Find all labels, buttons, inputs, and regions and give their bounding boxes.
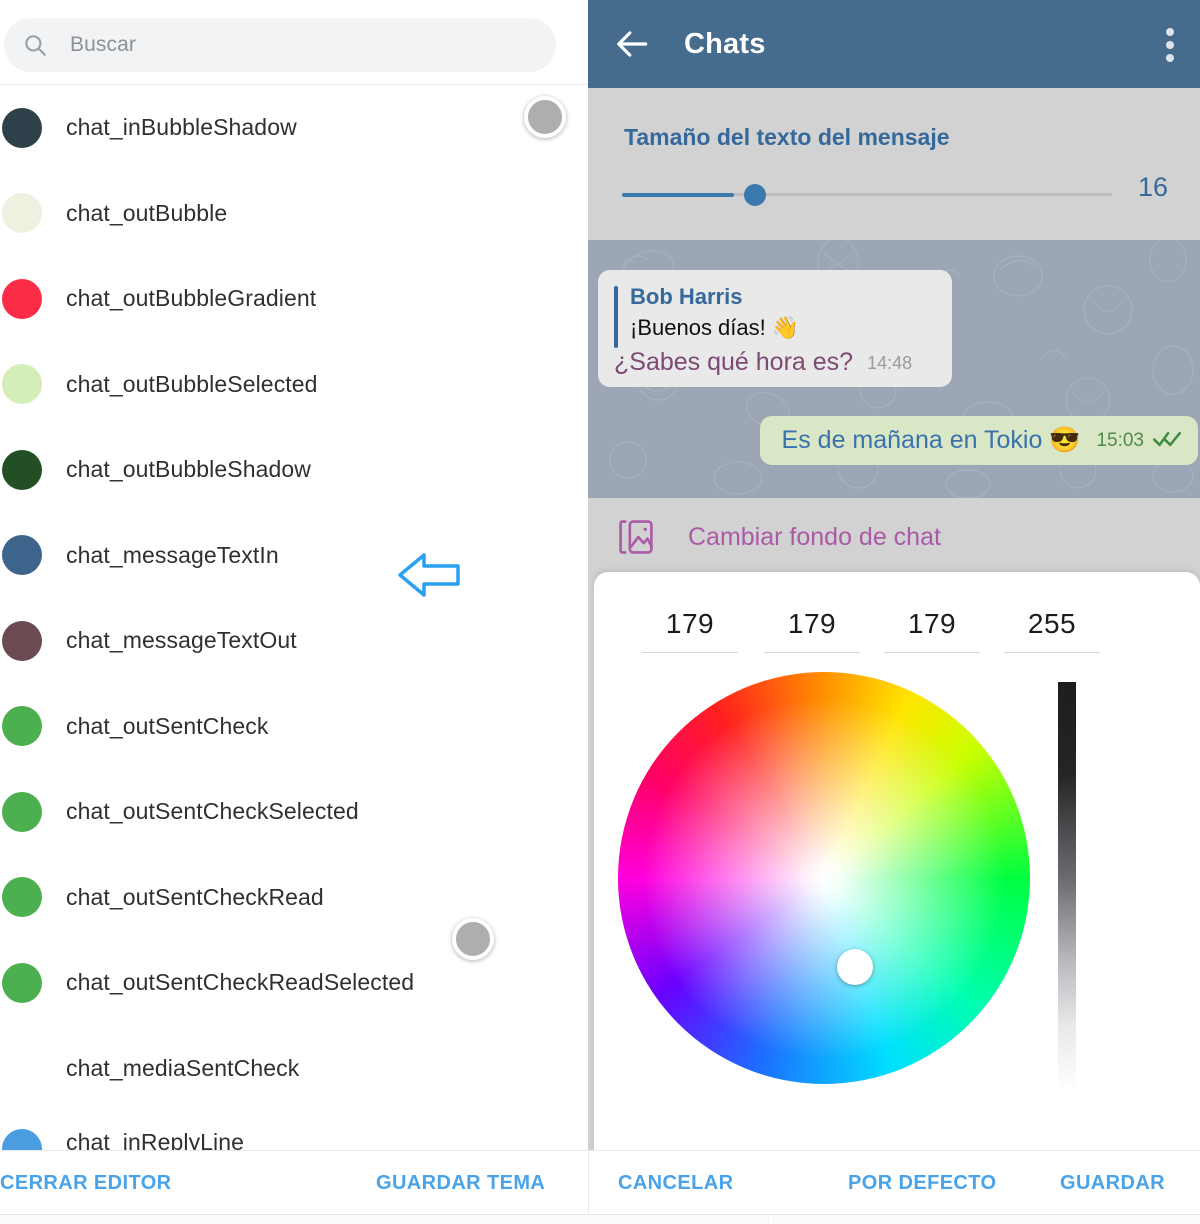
color-list-item[interactable]: chat_inBubbleShadow [0,85,588,171]
change-chat-wallpaper-row[interactable]: Cambiar fondo de chat [588,498,1200,576]
text-size-slider[interactable] [622,184,1112,206]
color-wheel[interactable] [618,672,1030,1084]
incoming-message-bubble: Bob Harris ¡Buenos días! 👋 ¿Sabes qué ho… [598,270,952,387]
input-underline [1004,652,1100,653]
rgba-red-input[interactable]: 179 [642,608,738,653]
color-key-label: chat_outBubble [66,200,227,227]
rgba-green-value: 179 [764,608,860,640]
outgoing-message-time: 15:03 [1096,430,1144,452]
color-picker-dialog: 179 179 179 255 [594,572,1200,1150]
double-check-icon [1152,430,1182,452]
action-guardar-tema-button[interactable]: GUARDAR TEMA [376,1151,545,1215]
bar-divider [588,1151,589,1215]
color-list-item[interactable]: chat_outBubbleGradient [0,256,588,342]
app-root: Buscar chat_inBubbleShadow chat_outBubble… [0,0,1200,1224]
color-key-label: chat_messageTextIn [66,542,279,569]
rgba-blue-value: 179 [884,608,980,640]
color-list-item[interactable]: chat_outBubble [0,171,588,257]
text-size-setting: Tamaño del texto del mensaje 16 [588,88,1200,240]
color-key-label: chat_outSentCheckRead [66,884,324,911]
action-cancelar-button[interactable]: CANCELAR [618,1151,733,1215]
rgba-blue-input[interactable]: 179 [884,608,980,653]
search-icon [22,32,48,58]
color-key-label: chat_inBubbleShadow [66,114,297,141]
search-placeholder: Buscar [70,33,136,57]
outgoing-message-bubble: Es de mañana en Tokio 😎 15:03 [760,416,1198,465]
input-underline [642,652,738,653]
color-swatch [2,621,42,661]
color-key-label: chat_outBubbleShadow [66,456,311,483]
color-list-item[interactable]: chat_outSentCheck [0,684,588,770]
color-key-label: chat_outBubbleSelected [66,371,318,398]
slider-fill [622,193,734,197]
color-list-item[interactable]: chat_mediaSentCheck [0,1026,588,1112]
input-underline [884,652,980,653]
color-swatch [2,535,42,575]
color-swatch [2,108,42,148]
arrow-annotation-icon [396,551,462,599]
color-list-item[interactable]: chat_outBubbleSelected [0,342,588,428]
color-key-label: chat_outSentCheckReadSelected [66,969,414,996]
action-guardar-button[interactable]: GUARDAR [1060,1151,1165,1215]
color-swatch [2,877,42,917]
more-vertical-icon[interactable] [1166,28,1174,62]
change-chat-wallpaper-label: Cambiar fondo de chat [688,523,941,552]
app-bar: Chats [588,0,1200,88]
color-swatch [2,279,42,319]
slider-thumb[interactable] [744,184,766,206]
color-list-item[interactable]: chat_outSentCheckSelected [0,769,588,855]
incoming-message-row: ¿Sabes qué hora es? 14:48 [614,348,938,377]
rgba-alpha-value: 255 [1004,608,1100,640]
brightness-slider-track[interactable] [1058,682,1076,1092]
brightness-slider-thumb[interactable] [452,918,494,960]
color-swatch [2,963,42,1003]
color-list-item[interactable]: chat_messageTextIn [0,513,588,599]
text-size-value: 16 [1138,172,1168,203]
chat-preview: Bob Harris ¡Buenos días! 👋 ¿Sabes qué ho… [588,240,1200,498]
incoming-message-text: ¿Sabes qué hora es? [614,348,853,377]
color-key-label: chat_outBubbleGradient [66,285,316,312]
page-title: Chats [684,28,766,61]
search-input[interactable]: Buscar [4,18,556,72]
alpha-slider-thumb[interactable] [524,96,566,138]
rgba-alpha-input[interactable]: 255 [1004,608,1100,653]
color-key-label: chat_outSentCheck [66,713,268,740]
incoming-message-time: 14:48 [867,353,912,377]
color-key-label: chat_inReplyLine [66,1129,244,1150]
input-underline [764,652,860,653]
arrow-left-icon[interactable] [614,25,652,63]
color-list-item[interactable]: chat_outBubbleShadow [0,427,588,513]
bottom-action-bar: CERRAR EDITOR GUARDAR TEMA CANCELAR POR DEF… [0,1150,1200,1214]
color-swatch [2,792,42,832]
color-list-item[interactable]: chat_outSentCheckReadSelected [0,940,588,1026]
rgba-green-input[interactable]: 179 [764,608,860,653]
reply-sender-name: Bob Harris [630,282,938,312]
color-list-item[interactable]: chat_inReplyLine [0,1111,588,1150]
theme-editor-panel: Buscar chat_inBubbleShadow chat_outBubble… [0,0,588,1150]
reply-accent-bar [614,286,618,348]
action-cerrar-editor-button[interactable]: CERRAR EDITOR [0,1151,172,1215]
rgba-red-value: 179 [642,608,738,640]
color-list-item[interactable]: chat_messageTextOut [0,598,588,684]
color-swatch [2,193,42,233]
outgoing-message-text: Es de mañana en Tokio 😎 [782,426,1081,455]
color-wheel-cursor[interactable] [837,949,873,985]
color-swatch [2,1129,42,1150]
image-wallpaper-icon [616,517,656,557]
color-key-label: chat_mediaSentCheck [66,1055,299,1082]
color-list-item[interactable]: chat_outSentCheckRead [0,855,588,941]
theme-color-list[interactable]: chat_inBubbleShadow chat_outBubble chat_ou… [0,85,588,1150]
color-swatch [2,364,42,404]
action-por-defecto-button[interactable]: POR DEFECTO [848,1151,997,1215]
color-key-label: chat_messageTextOut [66,627,297,654]
color-swatch [2,450,42,490]
color-swatch [2,706,42,746]
reply-quoted-text: ¡Buenos días! 👋 [630,312,938,344]
color-key-label: chat_outSentCheckSelected [66,798,359,825]
footer-edge [0,1214,1200,1224]
footer-seam [770,1215,772,1224]
text-size-label: Tamaño del texto del mensaje [624,124,950,151]
